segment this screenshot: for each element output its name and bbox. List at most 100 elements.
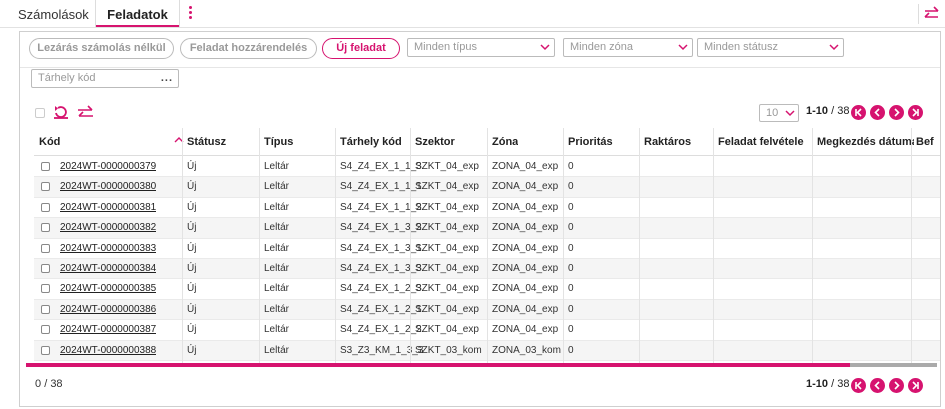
column-divider [911,128,912,364]
column-divider [487,128,488,364]
first-page-button[interactable] [851,378,866,393]
priority-cell: 0 [568,181,574,193]
sector-cell: SZKT_04_exp [415,201,479,213]
col-header-sector[interactable]: Szektor [415,128,455,156]
range-total: / 38 [831,378,850,390]
zone-cell: ZONA_04_exp [492,242,559,254]
col-header-status[interactable]: Státusz [187,128,226,156]
row-checkbox[interactable] [41,325,50,335]
col-header-finish[interactable]: Bef [916,128,940,156]
status-cell: Új [187,344,197,356]
chevron-down-icon [785,110,795,117]
status-cell: Új [187,161,197,172]
last-page-icon [912,108,919,117]
col-header-stocker[interactable]: Raktáros [644,128,691,156]
column-divider [812,128,813,364]
row-checkbox[interactable] [41,243,50,253]
zone-cell: ZONA_04_exp [492,283,559,295]
priority-cell: 0 [568,161,574,172]
horizontal-scrollbar[interactable] [26,363,937,367]
row-checkbox[interactable] [41,182,50,192]
top-tab-bar: Számolások Feladatok [0,0,945,28]
chevron-down-icon [678,44,688,51]
selection-total: 38 [50,378,63,390]
priority-cell: 0 [568,222,574,234]
row-checkbox[interactable] [41,162,50,171]
priority-cell: 0 [568,242,574,254]
column-divider [335,128,336,364]
page-size-select[interactable]: 10 [759,104,799,122]
kebab-menu-icon[interactable] [187,5,193,23]
tab-szamolasok[interactable]: Számolások [18,0,89,28]
close-without-count-button[interactable]: Lezárás számolás nélkül [29,38,174,59]
toggle-panel-button[interactable] [918,4,942,24]
task-code-link[interactable]: 2024WT-0000000386 [60,300,156,320]
next-page-icon [894,108,900,117]
type-filter-value: Minden típus [414,41,477,53]
type-filter-select[interactable]: Minden típus [407,38,555,57]
tasks-panel: Lezárás számolás nélkül Feladat hozzáren… [19,31,941,407]
priority-cell: 0 [568,201,574,213]
page-size-value: 10 [766,107,779,119]
type-cell: Leltár [264,344,290,356]
next-page-button[interactable] [889,378,904,393]
col-header-zone[interactable]: Zóna [492,128,518,156]
filter-divider [20,67,940,68]
row-checkbox[interactable] [41,202,50,212]
task-code-link[interactable]: 2024WT-0000000382 [60,218,156,238]
row-checkbox[interactable] [41,304,50,314]
status-filter-select[interactable]: Minden státusz [697,38,844,57]
first-page-button[interactable] [851,105,866,120]
next-page-button[interactable] [889,105,904,120]
col-header-task-created[interactable]: Feladat felvétele [718,128,804,156]
zone-filter-select[interactable]: Minden zóna [563,38,693,57]
last-page-button[interactable] [908,378,923,393]
zone-cell: ZONA_04_exp [492,222,559,234]
sector-cell: SZKT_04_exp [415,283,479,295]
col-header-code[interactable]: Kód [39,128,60,156]
zone-cell: ZONA_04_exp [492,181,559,193]
range-label: 1-10 [806,105,829,117]
sector-cell: SZKT_03_kom [415,344,482,356]
prev-page-button[interactable] [870,105,885,120]
task-code-link[interactable]: 2024WT-0000000381 [60,198,156,218]
row-checkbox[interactable] [41,264,50,273]
sector-cell: SZKT_04_exp [415,263,479,274]
task-code-link[interactable]: 2024WT-0000000383 [60,239,156,259]
sector-cell: SZKT_04_exp [415,303,479,315]
col-header-location[interactable]: Tárhely kód [340,128,402,156]
tab-feladatok[interactable]: Feladatok [95,0,180,28]
col-header-priority[interactable]: Prioritás [568,128,613,156]
location-code-input[interactable]: Tárhely kód ... [31,69,179,88]
task-code-link[interactable]: 2024WT-0000000385 [60,279,156,299]
col-header-type[interactable]: Típus [264,128,293,156]
row-checkbox[interactable] [41,345,50,355]
row-checkbox[interactable] [41,223,50,233]
status-cell: Új [187,201,197,213]
refresh-icon[interactable] [53,104,69,120]
column-divider [182,128,183,364]
zone-filter-value: Minden zóna [570,41,633,53]
status-cell: Új [187,324,197,336]
location-picker-button[interactable]: ... [161,70,173,87]
prev-page-button[interactable] [870,378,885,393]
assign-task-button[interactable]: Feladat hozzárendelés [180,38,317,59]
selected-count: 0 [35,378,42,390]
row-checkbox[interactable] [41,284,50,294]
select-all-checkbox[interactable] [35,108,45,118]
column-divider [563,128,564,364]
zone-cell: ZONA_04_exp [492,324,559,336]
task-code-link[interactable]: 2024WT-0000000387 [60,320,156,340]
new-task-button[interactable]: Új feladat [322,38,400,59]
task-code-link[interactable]: 2024WT-0000000388 [60,341,156,361]
task-code-link[interactable]: 2024WT-0000000380 [60,177,156,197]
swap-arrows-icon[interactable] [77,105,94,121]
status-filter-value: Minden státusz [704,41,778,53]
col-header-start-date[interactable]: Megkezdés dátuma [817,128,914,156]
status-cell: Új [187,242,197,254]
task-code-link[interactable]: 2024WT-0000000379 [60,157,156,177]
last-page-button[interactable] [908,105,923,120]
scrollbar-track[interactable] [850,363,937,367]
zone-cell: ZONA_04_exp [492,201,559,213]
task-code-link[interactable]: 2024WT-0000000384 [60,259,156,279]
